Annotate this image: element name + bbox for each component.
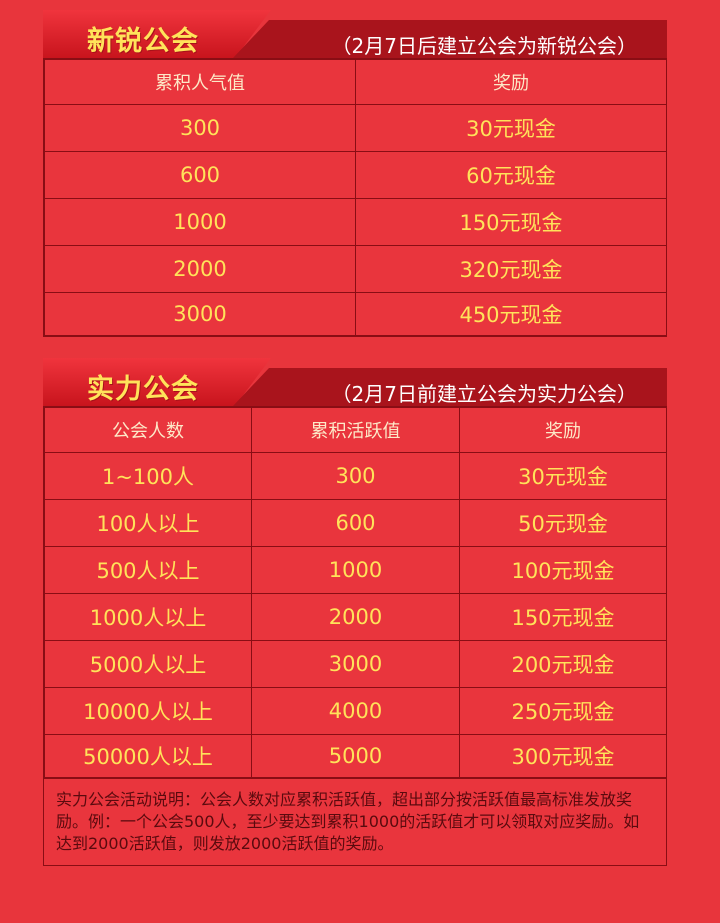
table-cell: 500人以上 [44,546,252,594]
header-cell: 奖励 [459,407,667,453]
table-cell: 600 [251,499,460,547]
table-row: 1~100人 300 30元现金 [44,452,667,500]
table-cell: 300 [251,452,460,500]
table-cell: 50元现金 [459,499,667,547]
table-row: 100人以上 600 50元现金 [44,499,667,547]
table-cell: 250元现金 [459,687,667,735]
table-cell: 450元现金 [355,292,667,336]
header-cell: 累积人气值 [44,59,356,105]
table-cell: 100元现金 [459,546,667,594]
table-header-row: 公会人数 累积活跃值 奖励 [44,407,667,453]
table-cell: 50000人以上 [44,734,252,778]
table-cell: 5000 [251,734,460,778]
table-cell: 1000 [251,546,460,594]
section-title: 实力公会 [87,374,199,405]
table-cell: 10000人以上 [44,687,252,735]
table-row: 10000人以上 4000 250元现金 [44,687,667,735]
table-cell: 1000人以上 [44,593,252,641]
table-row: 2000 320元现金 [44,245,667,293]
table-row: 5000人以上 3000 200元现金 [44,640,667,688]
table-row: 500人以上 1000 100元现金 [44,546,667,594]
table-row: 300 30元现金 [44,104,667,152]
activity-note: 实力公会活动说明：公会人数对应累积活跃值，超出部分按活跃值最高标准发放奖励。例：… [44,778,666,865]
table-cell: 2000 [251,593,460,641]
table-cell: 1000 [44,198,356,246]
reward-table: 公会人数 累积活跃值 奖励 1~100人 300 30元现金 100人以上 60… [43,406,667,866]
header-cell: 累积活跃值 [251,407,460,453]
table-cell: 320元现金 [355,245,667,293]
table-cell: 150元现金 [459,593,667,641]
table-row: 50000人以上 5000 300元现金 [44,734,667,778]
table-header-row: 累积人气值 奖励 [44,59,667,105]
table-cell: 3000 [251,640,460,688]
table-cell: 5000人以上 [44,640,252,688]
table-cell: 200元现金 [459,640,667,688]
header-cell: 公会人数 [44,407,252,453]
table-cell: 4000 [251,687,460,735]
table-cell: 300元现金 [459,734,667,778]
table-cell: 100人以上 [44,499,252,547]
table-cell: 150元现金 [355,198,667,246]
table-cell: 2000 [44,245,356,293]
table-row: 1000人以上 2000 150元现金 [44,593,667,641]
table-cell: 1~100人 [44,452,252,500]
section-title: 新锐公会 [87,26,199,57]
table-cell: 30元现金 [459,452,667,500]
table-cell: 600 [44,151,356,199]
table-row: 3000 450元现金 [44,292,667,336]
table-row: 1000 150元现金 [44,198,667,246]
table-row: 600 60元现金 [44,151,667,199]
reward-table: 累积人气值 奖励 300 30元现金 600 60元现金 1000 150元现金… [43,58,667,337]
table-cell: 60元现金 [355,151,667,199]
header-cell: 奖励 [355,59,667,105]
table-cell: 300 [44,104,356,152]
table-cell: 3000 [44,292,356,336]
table-cell: 30元现金 [355,104,667,152]
